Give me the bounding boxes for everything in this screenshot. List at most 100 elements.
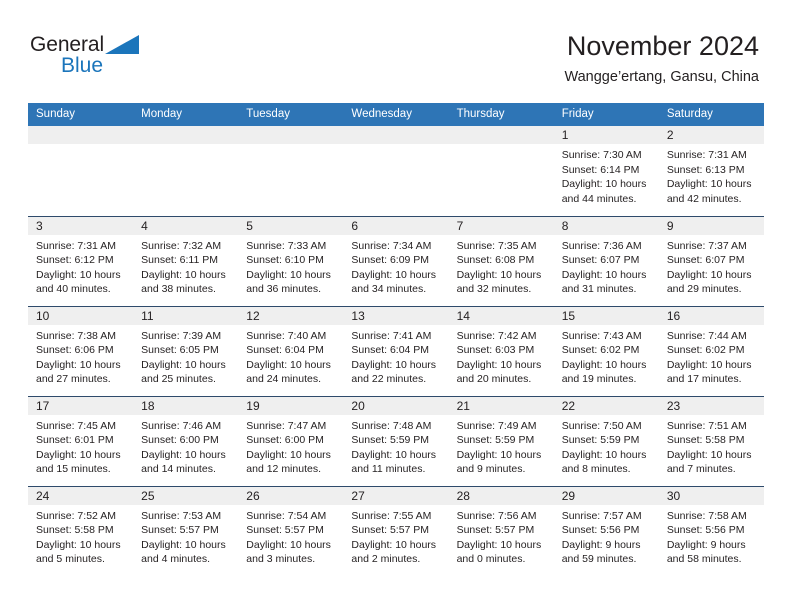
calendar-day-cell[interactable]: 2 Sunrise: 7:31 AM Sunset: 6:13 PM Daylight… <box>658 126 764 216</box>
day-number: 11 <box>133 306 239 325</box>
daylight-text-line2: and 19 minutes. <box>561 373 637 386</box>
calendar-day-cell[interactable]: 20 Sunrise: 7:48 AM Sunset: 5:59 PM Dayligh… <box>343 395 449 486</box>
sunset-text: Sunset: 5:59 PM <box>561 434 640 447</box>
calendar-day-cell[interactable]: 6 Sunrise: 7:34 AM Sunset: 6:09 PM Daylight… <box>343 215 449 306</box>
daylight-text-line2: and 34 minutes. <box>351 283 427 296</box>
daylight-text-line2: and 36 minutes. <box>246 283 321 296</box>
weekday-header-thursday: Thursday <box>448 103 554 126</box>
calendar-week-row: 10 Sunrise: 7:38 AM Sunset: 6:06 PM Dayligh… <box>28 305 764 396</box>
daylight-text-line1: Daylight: 10 hours <box>456 268 542 281</box>
calendar-day-cell[interactable]: 4 Sunrise: 7:32 AM Sunset: 6:11 PM Daylight… <box>133 215 239 306</box>
calendar-day-cell[interactable]: 14 Sunrise: 7:42 AM Sunset: 6:03 PM Dayligh… <box>448 305 554 396</box>
calendar-day-cell[interactable]: 25 Sunrise: 7:53 AM Sunset: 5:57 PM Dayligh… <box>133 485 239 576</box>
daylight-text-line1: Daylight: 10 hours <box>246 268 331 281</box>
calendar-day-cell[interactable]: 3 Sunrise: 7:31 AM Sunset: 6:12 PM Daylight… <box>28 215 134 306</box>
day-details: Sunrise: 7:58 AM Sunset: 5:56 PM Daylight:… <box>659 505 764 567</box>
calendar-day-cell[interactable]: 21 Sunrise: 7:49 AM Sunset: 5:59 PM Dayligh… <box>448 395 554 486</box>
daylight-text-line1: Daylight: 10 hours <box>561 178 647 191</box>
sunrise-text: Sunrise: 7:53 AM <box>141 509 222 522</box>
calendar-cell-empty <box>448 126 554 216</box>
calendar-day-cell[interactable]: 24 Sunrise: 7:52 AM Sunset: 5:58 PM Dayligh… <box>28 485 134 576</box>
sunset-text: Sunset: 5:57 PM <box>141 524 219 537</box>
sunset-text: Sunset: 5:57 PM <box>351 524 430 537</box>
calendar-day-cell[interactable]: 26 Sunrise: 7:54 AM Sunset: 5:57 PM Dayligh… <box>238 485 344 576</box>
calendar-day-cell[interactable]: 1 Sunrise: 7:30 AM Sunset: 6:14 PM Daylight… <box>553 126 659 216</box>
calendar-page: General Blue November 2024 Wangge’ertang… <box>0 0 792 612</box>
day-details: Sunrise: 7:31 AM Sunset: 6:12 PM Daylight:… <box>28 235 133 297</box>
sunrise-text: Sunrise: 7:41 AM <box>351 329 432 342</box>
calendar-day-cell[interactable]: 28 Sunrise: 7:56 AM Sunset: 5:57 PM Dayligh… <box>448 485 554 576</box>
calendar-day-cell[interactable]: 22 Sunrise: 7:50 AM Sunset: 5:59 PM Dayligh… <box>553 395 659 486</box>
day-details: Sunrise: 7:31 AM Sunset: 6:13 PM Daylight:… <box>659 144 764 206</box>
day-number: 15 <box>553 306 659 325</box>
day-details: Sunrise: 7:52 AM Sunset: 5:58 PM Daylight:… <box>28 505 133 567</box>
day-number: 10 <box>28 306 134 325</box>
day-details: Sunrise: 7:35 AM Sunset: 6:08 PM Daylight:… <box>449 235 554 297</box>
calendar-day-cell[interactable]: 11 Sunrise: 7:39 AM Sunset: 6:05 PM Dayligh… <box>133 305 239 396</box>
sunset-text: Sunset: 5:57 PM <box>456 524 535 537</box>
sunset-text: Sunset: 6:07 PM <box>561 254 640 267</box>
calendar-day-cell[interactable]: 23 Sunrise: 7:51 AM Sunset: 5:58 PM Dayligh… <box>658 395 764 486</box>
day-details: Sunrise: 7:50 AM Sunset: 5:59 PM Daylight:… <box>554 415 659 477</box>
daylight-text-line2: and 22 minutes. <box>351 373 427 386</box>
page-title: November 2024 <box>566 31 759 61</box>
day-number: 28 <box>448 486 554 505</box>
day-number: 27 <box>343 486 449 505</box>
daylight-text-line2: and 29 minutes. <box>666 283 742 296</box>
calendar-day-cell[interactable]: 9 Sunrise: 7:37 AM Sunset: 6:07 PM Daylight… <box>658 215 764 306</box>
weekday-header-row: Sunday Monday Tuesday Wednesday Thursday… <box>28 103 764 126</box>
daylight-text-line2: and 9 minutes. <box>456 463 526 476</box>
daylight-text-line2: and 14 minutes. <box>141 463 216 476</box>
calendar-day-cell[interactable]: 18 Sunrise: 7:46 AM Sunset: 6:00 PM Dayligh… <box>133 395 239 486</box>
weekday-header-wednesday: Wednesday <box>343 103 449 126</box>
sunrise-text: Sunrise: 7:37 AM <box>666 239 747 252</box>
calendar-day-cell[interactable]: 30 Sunrise: 7:58 AM Sunset: 5:56 PM Dayligh… <box>658 485 764 576</box>
sunrise-text: Sunrise: 7:55 AM <box>351 509 432 522</box>
sunset-text: Sunset: 6:00 PM <box>246 434 324 447</box>
calendar-day-cell[interactable]: 19 Sunrise: 7:47 AM Sunset: 6:00 PM Dayligh… <box>238 395 344 486</box>
daylight-text-line2: and 58 minutes. <box>666 553 742 566</box>
calendar-day-cell[interactable]: 12 Sunrise: 7:40 AM Sunset: 6:04 PM Dayligh… <box>238 305 344 396</box>
sunset-text: Sunset: 5:58 PM <box>666 434 745 447</box>
calendar-day-cell[interactable]: 5 Sunrise: 7:33 AM Sunset: 6:10 PM Daylight… <box>238 215 344 306</box>
day-number: 23 <box>658 396 764 415</box>
sunset-text: Sunset: 6:13 PM <box>666 163 745 176</box>
calendar-day-cell[interactable]: 29 Sunrise: 7:57 AM Sunset: 5:56 PM Dayligh… <box>553 485 659 576</box>
daylight-text-line2: and 17 minutes. <box>666 373 742 386</box>
sunrise-text: Sunrise: 7:38 AM <box>36 329 116 342</box>
sunset-text: Sunset: 6:11 PM <box>141 254 218 267</box>
day-details: Sunrise: 7:33 AM Sunset: 6:10 PM Daylight:… <box>238 235 343 297</box>
sunrise-text: Sunrise: 7:57 AM <box>561 509 642 522</box>
day-number <box>238 126 344 144</box>
day-number: 8 <box>553 216 659 235</box>
daylight-text-line1: Daylight: 10 hours <box>351 538 437 551</box>
day-number: 22 <box>553 396 659 415</box>
calendar-day-cell[interactable]: 17 Sunrise: 7:45 AM Sunset: 6:01 PM Dayligh… <box>28 395 134 486</box>
calendar-day-cell[interactable]: 10 Sunrise: 7:38 AM Sunset: 6:06 PM Dayligh… <box>28 305 134 396</box>
daylight-text-line1: Daylight: 10 hours <box>456 358 542 371</box>
sunset-text: Sunset: 5:56 PM <box>666 524 745 537</box>
sunset-text: Sunset: 6:14 PM <box>561 163 640 176</box>
calendar-day-cell[interactable]: 13 Sunrise: 7:41 AM Sunset: 6:04 PM Dayligh… <box>343 305 449 396</box>
calendar-cell-empty <box>133 126 239 216</box>
daylight-text-line1: Daylight: 10 hours <box>246 538 331 551</box>
day-number: 16 <box>658 306 764 325</box>
calendar-day-cell[interactable]: 27 Sunrise: 7:55 AM Sunset: 5:57 PM Dayligh… <box>343 485 449 576</box>
daylight-text-line2: and 27 minutes. <box>36 373 111 386</box>
calendar-day-cell[interactable]: 15 Sunrise: 7:43 AM Sunset: 6:02 PM Dayligh… <box>553 305 659 396</box>
weekday-header-monday: Monday <box>133 103 239 126</box>
calendar-day-cell[interactable]: 8 Sunrise: 7:36 AM Sunset: 6:07 PM Daylight… <box>553 215 659 306</box>
sunrise-text: Sunrise: 7:42 AM <box>456 329 537 342</box>
daylight-text-line1: Daylight: 10 hours <box>141 448 226 461</box>
daylight-text-line2: and 31 minutes. <box>561 283 637 296</box>
sunrise-text: Sunrise: 7:30 AM <box>561 149 642 161</box>
sunset-text: Sunset: 5:59 PM <box>351 434 430 447</box>
brand-name-blue: Blue <box>61 54 104 77</box>
sunset-text: Sunset: 5:58 PM <box>36 524 114 537</box>
daylight-text-line1: Daylight: 10 hours <box>456 448 542 461</box>
daylight-text-line2: and 59 minutes. <box>561 553 637 566</box>
calendar-day-cell[interactable]: 7 Sunrise: 7:35 AM Sunset: 6:08 PM Daylight… <box>448 215 554 306</box>
brand-logo[interactable]: General Blue <box>30 33 210 83</box>
calendar-day-cell[interactable]: 16 Sunrise: 7:44 AM Sunset: 6:02 PM Dayligh… <box>658 305 764 396</box>
daylight-text-line2: and 8 minutes. <box>561 463 631 476</box>
